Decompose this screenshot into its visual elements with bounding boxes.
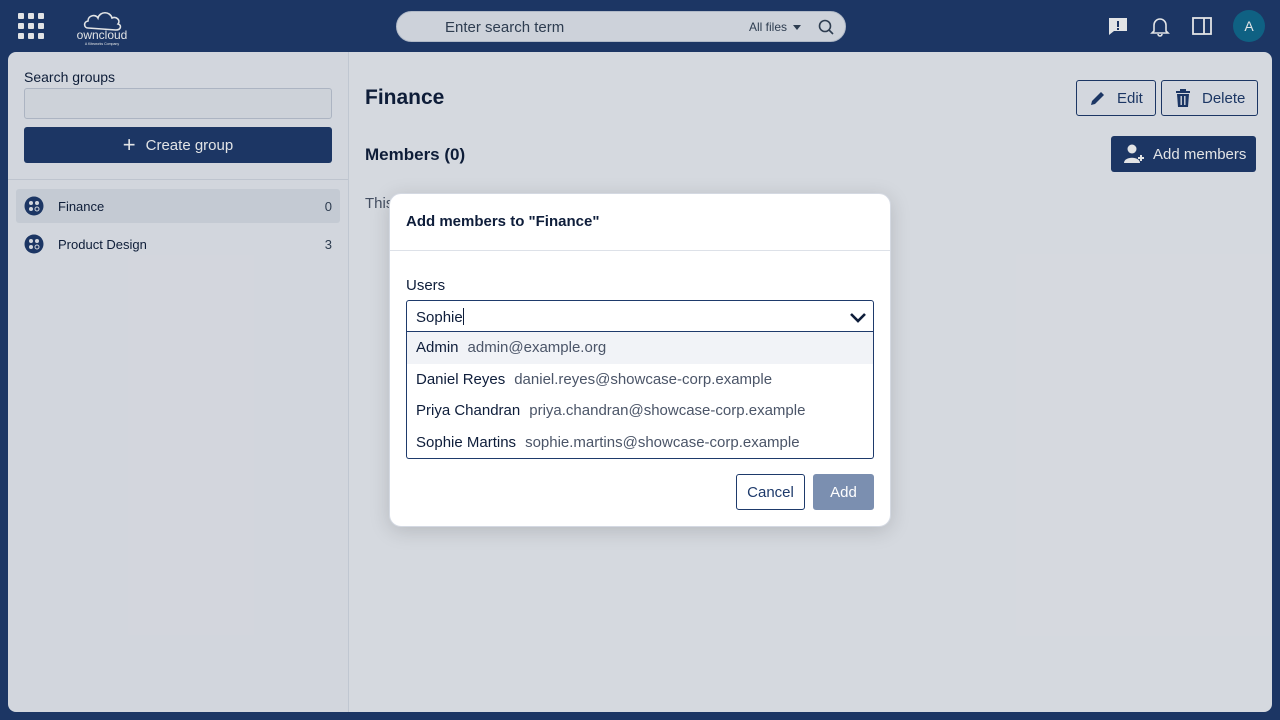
users-label: Users <box>406 277 446 294</box>
cancel-button[interactable]: Cancel <box>736 474 805 510</box>
text-cursor <box>462 308 464 325</box>
add-button[interactable]: Add <box>813 474 874 510</box>
user-option-name: Admin <box>416 339 459 357</box>
modal-divider <box>390 250 890 251</box>
user-option-name: Priya Chandran <box>416 402 521 420</box>
chevron-down-icon[interactable] <box>849 309 867 325</box>
user-option-sophie-martins[interactable]: Sophie Martins sophie.martins@showcase-c… <box>407 427 873 459</box>
users-search-text[interactable]: Sophie <box>416 309 463 326</box>
modal-title: Add members to "Finance" <box>406 213 600 230</box>
user-option-daniel-reyes[interactable]: Daniel Reyes daniel.reyes@showcase-corp.… <box>407 364 873 396</box>
user-option-email: sophie.martins@showcase-corp.example <box>525 433 800 451</box>
user-option-email: daniel.reyes@showcase-corp.example <box>514 370 773 388</box>
user-option-email: admin@example.org <box>467 339 607 357</box>
user-option-email: priya.chandran@showcase-corp.example <box>529 402 806 420</box>
user-option-name: Sophie Martins <box>416 433 517 451</box>
add-members-modal: Add members to "Finance" Users Sophie Ad… <box>389 193 891 527</box>
users-dropdown-list: Admin admin@example.org Daniel Reyes dan… <box>406 332 874 459</box>
user-option-admin[interactable]: Admin admin@example.org <box>407 332 873 364</box>
users-select-input[interactable]: Sophie <box>406 300 874 332</box>
user-option-name: Daniel Reyes <box>416 370 506 388</box>
user-option-priya-chandran[interactable]: Priya Chandran priya.chandran@showcase-c… <box>407 395 873 427</box>
